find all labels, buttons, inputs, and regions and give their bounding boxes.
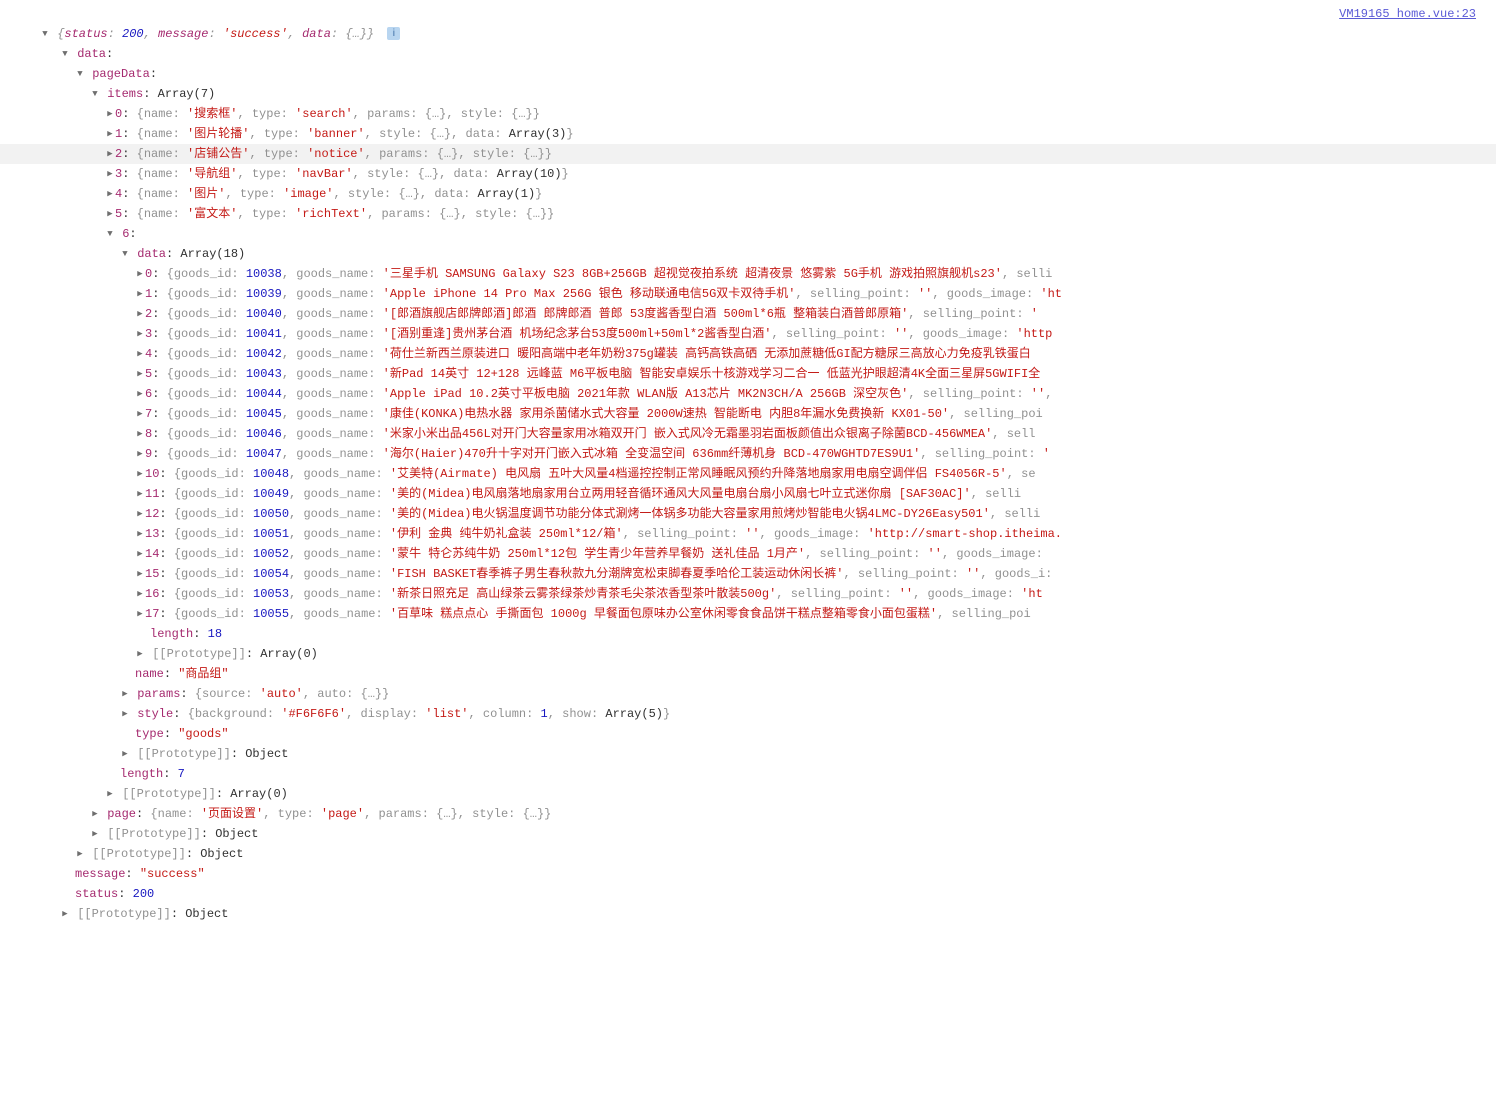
root-proto[interactable]: [[Prototype]]: Object xyxy=(0,904,1496,924)
chevron-right-icon[interactable] xyxy=(105,784,115,804)
pagedata-node[interactable]: pageData: xyxy=(0,64,1496,84)
chevron-right-icon[interactable] xyxy=(135,304,145,324)
chevron-down-icon[interactable] xyxy=(90,84,100,104)
status-node: status: 200 xyxy=(0,884,1496,904)
chevron-right-icon[interactable] xyxy=(135,504,145,524)
chevron-right-icon[interactable] xyxy=(105,204,115,224)
goods-row[interactable]: 16: {goods_id: 10053, goods_name: '新茶日照充… xyxy=(0,584,1496,604)
chevron-right-icon[interactable] xyxy=(135,564,145,584)
chevron-right-icon[interactable] xyxy=(135,604,145,624)
items-row[interactable]: 4: {name: '图片', type: 'image', style: {…… xyxy=(0,184,1496,204)
item6-type: type: "goods" xyxy=(0,724,1496,744)
goods-row[interactable]: 12: {goods_id: 10050, goods_name: '美的(Mi… xyxy=(0,504,1496,524)
items-length: length: 7 xyxy=(0,764,1496,784)
chevron-right-icon[interactable] xyxy=(105,124,115,144)
goods-row[interactable]: 9: {goods_id: 10047, goods_name: '海尔(Hai… xyxy=(0,444,1496,464)
item6-data-proto[interactable]: [[Prototype]]: Array(0) xyxy=(0,644,1496,664)
chevron-right-icon[interactable] xyxy=(135,484,145,504)
chevron-right-icon[interactable] xyxy=(135,444,145,464)
items-row[interactable]: 0: {name: '搜索框', type: 'search', params:… xyxy=(0,104,1496,124)
chevron-right-icon[interactable] xyxy=(105,164,115,184)
item6-name: name: "商品组" xyxy=(0,664,1496,684)
item6-style[interactable]: style: {background: '#F6F6F6', display: … xyxy=(0,704,1496,724)
goods-row[interactable]: 13: {goods_id: 10051, goods_name: '伊利 金典… xyxy=(0,524,1496,544)
goods-row[interactable]: 5: {goods_id: 10043, goods_name: '新Pad 1… xyxy=(0,364,1496,384)
chevron-right-icon[interactable] xyxy=(120,684,130,704)
goods-row[interactable]: 15: {goods_id: 10054, goods_name: 'FISH … xyxy=(0,564,1496,584)
page-node[interactable]: page: {name: '页面设置', type: 'page', param… xyxy=(0,804,1496,824)
goods-row[interactable]: 8: {goods_id: 10046, goods_name: '米家小米出品… xyxy=(0,424,1496,444)
source-link[interactable]: VM19165 home.vue:23 xyxy=(1339,7,1476,21)
chevron-down-icon[interactable] xyxy=(60,44,70,64)
chevron-right-icon[interactable] xyxy=(120,704,130,724)
chevron-right-icon[interactable] xyxy=(135,344,145,364)
items-row[interactable]: 2: {name: '店铺公告', type: 'notice', params… xyxy=(0,144,1496,164)
chevron-right-icon[interactable] xyxy=(120,744,130,764)
goods-row[interactable]: 7: {goods_id: 10045, goods_name: '康佳(KON… xyxy=(0,404,1496,424)
chevron-right-icon[interactable] xyxy=(135,404,145,424)
items-proto[interactable]: [[Prototype]]: Array(0) xyxy=(0,784,1496,804)
source-link-row: VM19165 home.vue:23 xyxy=(0,4,1496,24)
item6-params[interactable]: params: {source: 'auto', auto: {…}} xyxy=(0,684,1496,704)
pagedata-proto[interactable]: [[Prototype]]: Object xyxy=(0,824,1496,844)
goods-row[interactable]: 3: {goods_id: 10041, goods_name: '[酒别重逢]… xyxy=(0,324,1496,344)
chevron-right-icon[interactable] xyxy=(135,284,145,304)
chevron-right-icon[interactable] xyxy=(135,264,145,284)
chevron-right-icon[interactable] xyxy=(90,804,100,824)
item-6-node[interactable]: 6: xyxy=(0,224,1496,244)
chevron-right-icon[interactable] xyxy=(135,464,145,484)
goods-row[interactable]: 4: {goods_id: 10042, goods_name: '荷仕兰新西兰… xyxy=(0,344,1496,364)
chevron-right-icon[interactable] xyxy=(105,184,115,204)
goods-row[interactable]: 10: {goods_id: 10048, goods_name: '艾美特(A… xyxy=(0,464,1496,484)
goods-row[interactable]: 1: {goods_id: 10039, goods_name: 'Apple … xyxy=(0,284,1496,304)
chevron-down-icon[interactable] xyxy=(105,224,115,244)
goods-row[interactable]: 17: {goods_id: 10055, goods_name: '百草味 糕… xyxy=(0,604,1496,624)
chevron-right-icon[interactable] xyxy=(135,584,145,604)
chevron-right-icon[interactable] xyxy=(75,844,85,864)
chevron-right-icon[interactable] xyxy=(135,384,145,404)
items-node[interactable]: items: Array(7) xyxy=(0,84,1496,104)
chevron-right-icon[interactable] xyxy=(135,324,145,344)
message-node: message: "success" xyxy=(0,864,1496,884)
chevron-right-icon[interactable] xyxy=(105,144,115,164)
chevron-down-icon[interactable] xyxy=(40,24,50,44)
chevron-right-icon[interactable] xyxy=(135,424,145,444)
goods-row[interactable]: 2: {goods_id: 10040, goods_name: '[郎酒旗舰店… xyxy=(0,304,1496,324)
chevron-right-icon[interactable] xyxy=(90,824,100,844)
chevron-right-icon[interactable] xyxy=(135,644,145,664)
chevron-right-icon[interactable] xyxy=(105,104,115,124)
goods-row[interactable]: 14: {goods_id: 10052, goods_name: '蒙牛 特仑… xyxy=(0,544,1496,564)
chevron-right-icon[interactable] xyxy=(135,524,145,544)
item6-length: length: 18 xyxy=(0,624,1496,644)
chevron-right-icon[interactable] xyxy=(60,904,70,924)
chevron-right-icon[interactable] xyxy=(135,544,145,564)
items-row[interactable]: 3: {name: '导航组', type: 'navBar', style: … xyxy=(0,164,1496,184)
items-row[interactable]: 1: {name: '图片轮播', type: 'banner', style:… xyxy=(0,124,1496,144)
chevron-down-icon[interactable] xyxy=(75,64,85,84)
goods-row[interactable]: 6: {goods_id: 10044, goods_name: 'Apple … xyxy=(0,384,1496,404)
chevron-down-icon[interactable] xyxy=(120,244,130,264)
item6-proto[interactable]: [[Prototype]]: Object xyxy=(0,744,1496,764)
data-node[interactable]: data: xyxy=(0,44,1496,64)
info-icon[interactable]: i xyxy=(387,27,400,40)
data-proto[interactable]: [[Prototype]]: Object xyxy=(0,844,1496,864)
item6-data-node[interactable]: data: Array(18) xyxy=(0,244,1496,264)
console-output: VM19165 home.vue:23 {status: 200, messag… xyxy=(0,0,1496,944)
goods-row[interactable]: 11: {goods_id: 10049, goods_name: '美的(Mi… xyxy=(0,484,1496,504)
items-row[interactable]: 5: {name: '富文本', type: 'richText', param… xyxy=(0,204,1496,224)
goods-row[interactable]: 0: {goods_id: 10038, goods_name: '三星手机 S… xyxy=(0,264,1496,284)
root-summary[interactable]: {status: 200, message: 'success', data: … xyxy=(0,24,1496,44)
chevron-right-icon[interactable] xyxy=(135,364,145,384)
